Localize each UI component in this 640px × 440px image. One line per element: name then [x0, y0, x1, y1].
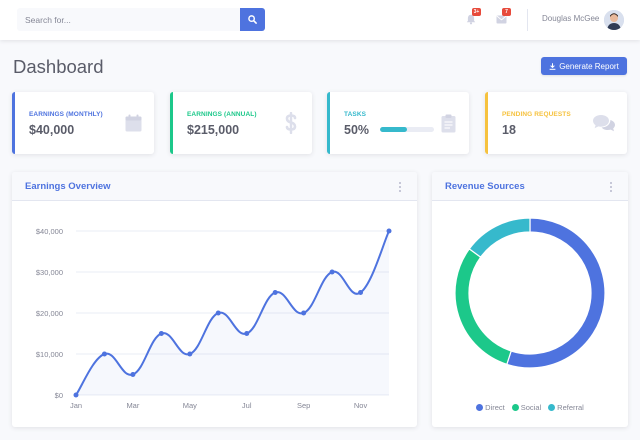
- data-point: [358, 290, 364, 295]
- data-point: [329, 269, 335, 275]
- user-name[interactable]: Douglas McGee: [542, 14, 599, 23]
- x-tick-label: Mar: [126, 401, 139, 410]
- y-tick-label: $40,000: [36, 227, 63, 236]
- kebab-menu-icon[interactable]: [397, 181, 403, 193]
- legend-label: Referral: [557, 403, 584, 412]
- topbar: 3+ 7 Douglas McGee: [0, 0, 640, 40]
- revenue-donut-chart: [454, 217, 606, 369]
- messages-button[interactable]: 7: [492, 8, 511, 28]
- x-tick-label: Jul: [242, 401, 252, 410]
- donut-slice-social: [454, 248, 512, 366]
- y-tick-label: $0: [55, 391, 63, 400]
- dollar-icon: [281, 112, 301, 134]
- legend-label: Social: [520, 403, 542, 412]
- generate-report-button[interactable]: Generate Report: [541, 57, 627, 75]
- x-tick-label: Jan: [70, 401, 82, 410]
- data-point: [187, 351, 193, 357]
- card-title: Revenue Sources: [445, 181, 525, 192]
- data-point: [215, 310, 221, 316]
- donut-slice-referral: [468, 217, 531, 258]
- comments-icon: [592, 112, 616, 134]
- legend-swatch: [476, 404, 484, 411]
- data-point: [101, 351, 107, 357]
- tasks-progress-fill: [380, 127, 407, 132]
- stat-label: EARNINGS (MONTHLY): [29, 111, 103, 118]
- clipboard-icon: [438, 112, 458, 134]
- legend-item[interactable]: Social: [511, 403, 542, 412]
- card-title: Earnings Overview: [25, 181, 111, 192]
- user-avatar-icon: [604, 10, 624, 30]
- search-input[interactable]: [17, 8, 240, 31]
- legend-item[interactable]: Referral: [548, 403, 584, 412]
- page-title: Dashboard: [13, 56, 104, 77]
- donut-legend: Direct Social Referral: [432, 403, 628, 412]
- topbar-divider: [527, 9, 528, 31]
- alerts-button[interactable]: 3+: [462, 8, 481, 28]
- data-point: [272, 290, 278, 295]
- search-icon: [248, 15, 257, 24]
- stat-card-earnings-monthly: EARNINGS (MONTHLY) $40,000: [12, 92, 154, 154]
- legend-label: Direct: [485, 403, 505, 412]
- legend-swatch: [548, 404, 556, 411]
- legend-item[interactable]: Direct: [476, 403, 505, 412]
- tasks-progress-bar: [380, 127, 434, 132]
- messages-badge: 7: [502, 8, 511, 16]
- earnings-line-chart: $0 $10,000 $20,000 $30,000 $40,000 Jan Mar May J…: [36, 227, 392, 410]
- stat-value: 50%: [344, 123, 370, 137]
- data-point: [130, 372, 136, 377]
- data-point: [244, 331, 250, 336]
- generate-report-label: Generate Report: [559, 61, 619, 71]
- data-point: [73, 392, 79, 398]
- stat-value: $215,000: [187, 123, 240, 137]
- stat-label: TASKS: [344, 111, 367, 118]
- topbar-search: [17, 8, 265, 31]
- stat-value: $40,000: [29, 123, 75, 137]
- card-header: Earnings Overview: [12, 172, 417, 201]
- search-button[interactable]: [240, 8, 265, 31]
- stat-card-pending-requests: PENDING REQUESTS 18: [485, 92, 627, 154]
- y-tick-label: $10,000: [36, 350, 63, 359]
- x-tick-label: Sep: [297, 401, 310, 410]
- data-point: [301, 310, 307, 316]
- data-point: [386, 228, 392, 234]
- download-icon: [549, 62, 556, 70]
- legend-swatch: [511, 404, 519, 411]
- kebab-menu-icon[interactable]: [608, 181, 614, 193]
- data-point: [158, 331, 164, 336]
- x-tick-label: Nov: [354, 401, 368, 410]
- stat-label: EARNINGS (ANNUAL): [187, 111, 257, 118]
- stat-card-tasks: TASKS 50%: [327, 92, 469, 154]
- stat-label: PENDING REQUESTS: [502, 111, 571, 118]
- avatar[interactable]: [604, 10, 624, 30]
- earnings-overview-card: Earnings Overview $0 $10,000 $20,000 $30,00…: [12, 172, 417, 427]
- revenue-sources-card: Revenue Sources Direct Social Referral: [432, 172, 628, 427]
- stat-card-earnings-annual: EARNINGS (ANNUAL) $215,000: [170, 92, 312, 154]
- stat-value: 18: [502, 123, 516, 137]
- calendar-icon: [123, 112, 143, 134]
- card-header: Revenue Sources: [432, 172, 628, 201]
- donut-slice-direct: [506, 217, 606, 369]
- x-tick-label: May: [183, 401, 197, 410]
- alerts-badge: 3+: [472, 8, 481, 16]
- y-tick-label: $30,000: [36, 268, 63, 277]
- y-tick-label: $20,000: [36, 309, 63, 318]
